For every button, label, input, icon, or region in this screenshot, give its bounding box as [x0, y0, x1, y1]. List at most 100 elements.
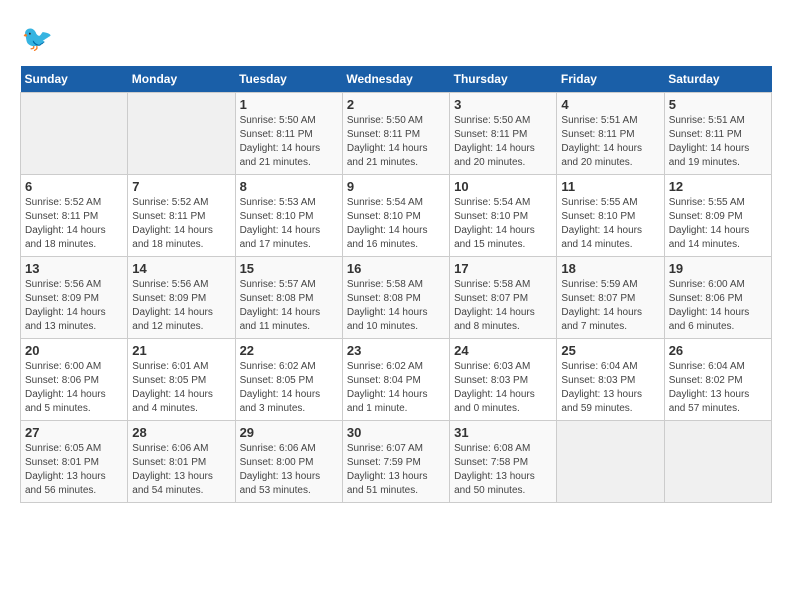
svg-text:🐦: 🐦 — [22, 25, 53, 53]
calendar-cell: 13 Sunrise: 5:56 AMSunset: 8:09 PMDayligh… — [21, 257, 128, 339]
weekday-header-friday: Friday — [557, 66, 664, 93]
day-number: 26 — [669, 343, 767, 358]
page-header: 🐦 — [20, 20, 772, 56]
calendar-cell: 21 Sunrise: 6:01 AMSunset: 8:05 PMDayligh… — [128, 339, 235, 421]
day-number: 28 — [132, 425, 230, 440]
day-info: Sunrise: 5:54 AMSunset: 8:10 PMDaylight:… — [454, 196, 552, 252]
day-info: Sunrise: 5:53 AMSunset: 8:10 PMDaylight:… — [240, 196, 338, 252]
day-number: 1 — [240, 97, 338, 112]
calendar-cell: 11 Sunrise: 5:55 AMSunset: 8:10 PMDayligh… — [557, 175, 664, 257]
calendar-cell: 30 Sunrise: 6:07 AMSunset: 7:59 PMDayligh… — [342, 421, 449, 503]
calendar-cell: 19 Sunrise: 6:00 AMSunset: 8:06 PMDayligh… — [664, 257, 771, 339]
calendar-cell: 18 Sunrise: 5:59 AMSunset: 8:07 PMDayligh… — [557, 257, 664, 339]
calendar-cell: 8 Sunrise: 5:53 AMSunset: 8:10 PMDaylight… — [235, 175, 342, 257]
day-number: 17 — [454, 261, 552, 276]
calendar-cell: 9 Sunrise: 5:54 AMSunset: 8:10 PMDaylight… — [342, 175, 449, 257]
day-info: Sunrise: 5:50 AMSunset: 8:11 PMDaylight:… — [347, 114, 445, 170]
day-info: Sunrise: 6:00 AMSunset: 8:06 PMDaylight:… — [25, 360, 123, 416]
day-info: Sunrise: 5:56 AMSunset: 8:09 PMDaylight:… — [25, 278, 123, 334]
calendar-cell: 4Sunrise: 5:51 AMSunset: 8:11 PMDaylight… — [557, 93, 664, 175]
day-info: Sunrise: 6:06 AMSunset: 8:00 PMDaylight:… — [240, 442, 338, 498]
day-info: Sunrise: 6:04 AMSunset: 8:02 PMDaylight:… — [669, 360, 767, 416]
day-number: 11 — [561, 179, 659, 194]
logo: 🐦 — [20, 20, 62, 56]
day-info: Sunrise: 6:03 AMSunset: 8:03 PMDaylight:… — [454, 360, 552, 416]
day-info: Sunrise: 5:52 AMSunset: 8:11 PMDaylight:… — [25, 196, 123, 252]
day-info: Sunrise: 5:58 AMSunset: 8:08 PMDaylight:… — [347, 278, 445, 334]
day-number: 9 — [347, 179, 445, 194]
day-info: Sunrise: 5:52 AMSunset: 8:11 PMDaylight:… — [132, 196, 230, 252]
calendar-cell — [128, 93, 235, 175]
day-info: Sunrise: 6:08 AMSunset: 7:58 PMDaylight:… — [454, 442, 552, 498]
day-info: Sunrise: 5:55 AMSunset: 8:09 PMDaylight:… — [669, 196, 767, 252]
day-info: Sunrise: 5:55 AMSunset: 8:10 PMDaylight:… — [561, 196, 659, 252]
day-info: Sunrise: 6:00 AMSunset: 8:06 PMDaylight:… — [669, 278, 767, 334]
day-number: 6 — [25, 179, 123, 194]
day-number: 8 — [240, 179, 338, 194]
calendar-cell: 26 Sunrise: 6:04 AMSunset: 8:02 PMDayligh… — [664, 339, 771, 421]
calendar-cell: 25Sunrise: 6:04 AMSunset: 8:03 PMDayligh… — [557, 339, 664, 421]
calendar-cell: 5 Sunrise: 5:51 AMSunset: 8:11 PMDaylight… — [664, 93, 771, 175]
calendar-cell: 29Sunrise: 6:06 AMSunset: 8:00 PMDayligh… — [235, 421, 342, 503]
day-number: 21 — [132, 343, 230, 358]
day-number: 20 — [25, 343, 123, 358]
day-number: 5 — [669, 97, 767, 112]
calendar-cell — [664, 421, 771, 503]
calendar-cell: 16 Sunrise: 5:58 AMSunset: 8:08 PMDayligh… — [342, 257, 449, 339]
day-number: 27 — [25, 425, 123, 440]
weekday-header-sunday: Sunday — [21, 66, 128, 93]
day-number: 31 — [454, 425, 552, 440]
logo-icon: 🐦 — [20, 20, 56, 56]
calendar-cell: 23 Sunrise: 6:02 AMSunset: 8:04 PMDayligh… — [342, 339, 449, 421]
calendar-cell: 15 Sunrise: 5:57 AMSunset: 8:08 PMDayligh… — [235, 257, 342, 339]
day-info: Sunrise: 6:05 AMSunset: 8:01 PMDaylight:… — [25, 442, 123, 498]
day-info: Sunrise: 5:56 AMSunset: 8:09 PMDaylight:… — [132, 278, 230, 334]
day-info: Sunrise: 6:02 AMSunset: 8:05 PMDaylight:… — [240, 360, 338, 416]
calendar-cell: 12 Sunrise: 5:55 AMSunset: 8:09 PMDayligh… — [664, 175, 771, 257]
calendar-cell: 3 Sunrise: 5:50 AMSunset: 8:11 PMDaylight… — [450, 93, 557, 175]
day-info: Sunrise: 5:50 AMSunset: 8:11 PMDaylight:… — [240, 114, 338, 170]
day-info: Sunrise: 6:02 AMSunset: 8:04 PMDaylight:… — [347, 360, 445, 416]
day-info: Sunrise: 6:06 AMSunset: 8:01 PMDaylight:… — [132, 442, 230, 498]
calendar-cell: 2 Sunrise: 5:50 AMSunset: 8:11 PMDaylight… — [342, 93, 449, 175]
weekday-header-monday: Monday — [128, 66, 235, 93]
weekday-header-tuesday: Tuesday — [235, 66, 342, 93]
day-info: Sunrise: 5:50 AMSunset: 8:11 PMDaylight:… — [454, 114, 552, 170]
day-number: 7 — [132, 179, 230, 194]
calendar-cell: 31 Sunrise: 6:08 AMSunset: 7:58 PMDayligh… — [450, 421, 557, 503]
calendar-cell: 1 Sunrise: 5:50 AMSunset: 8:11 PMDaylight… — [235, 93, 342, 175]
calendar-cell: 27 Sunrise: 6:05 AMSunset: 8:01 PMDayligh… — [21, 421, 128, 503]
day-number: 25 — [561, 343, 659, 358]
calendar-cell: 14 Sunrise: 5:56 AMSunset: 8:09 PMDayligh… — [128, 257, 235, 339]
day-number: 12 — [669, 179, 767, 194]
weekday-header-wednesday: Wednesday — [342, 66, 449, 93]
calendar-cell — [557, 421, 664, 503]
day-info: Sunrise: 5:51 AMSunset: 8:11 PMDaylight:… — [669, 114, 767, 170]
day-number: 18 — [561, 261, 659, 276]
calendar-cell: 28 Sunrise: 6:06 AMSunset: 8:01 PMDayligh… — [128, 421, 235, 503]
day-info: Sunrise: 6:01 AMSunset: 8:05 PMDaylight:… — [132, 360, 230, 416]
weekday-header-thursday: Thursday — [450, 66, 557, 93]
calendar-table: SundayMondayTuesdayWednesdayThursdayFrid… — [20, 66, 772, 503]
day-number: 14 — [132, 261, 230, 276]
day-info: Sunrise: 6:07 AMSunset: 7:59 PMDaylight:… — [347, 442, 445, 498]
day-info: Sunrise: 5:57 AMSunset: 8:08 PMDaylight:… — [240, 278, 338, 334]
day-number: 22 — [240, 343, 338, 358]
day-number: 15 — [240, 261, 338, 276]
day-number: 2 — [347, 97, 445, 112]
day-number: 3 — [454, 97, 552, 112]
calendar-cell: 24 Sunrise: 6:03 AMSunset: 8:03 PMDayligh… — [450, 339, 557, 421]
day-number: 13 — [25, 261, 123, 276]
day-number: 23 — [347, 343, 445, 358]
calendar-cell — [21, 93, 128, 175]
weekday-header-saturday: Saturday — [664, 66, 771, 93]
day-number: 4 — [561, 97, 659, 112]
day-info: Sunrise: 5:54 AMSunset: 8:10 PMDaylight:… — [347, 196, 445, 252]
day-number: 16 — [347, 261, 445, 276]
day-info: Sunrise: 5:59 AMSunset: 8:07 PMDaylight:… — [561, 278, 659, 334]
calendar-cell: 20 Sunrise: 6:00 AMSunset: 8:06 PMDayligh… — [21, 339, 128, 421]
calendar-cell: 17Sunrise: 5:58 AMSunset: 8:07 PMDayligh… — [450, 257, 557, 339]
day-number: 24 — [454, 343, 552, 358]
day-number: 19 — [669, 261, 767, 276]
day-number: 30 — [347, 425, 445, 440]
